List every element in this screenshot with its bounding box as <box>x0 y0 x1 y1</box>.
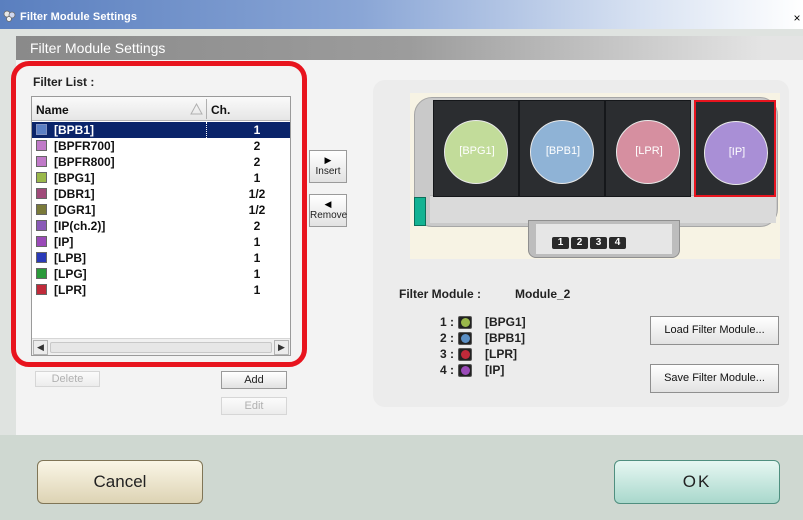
module-slot[interactable]: [IP] <box>694 100 776 197</box>
module-entry-name: [IP] <box>485 363 505 377</box>
ok-button[interactable]: OK <box>614 460 780 504</box>
filter-module-label: Filter Module : <box>399 287 481 301</box>
module-entry: 4 : [IP] <box>434 363 574 379</box>
load-filter-module-button[interactable]: Load Filter Module... <box>650 316 779 345</box>
filter-module-settings-window: Filter Module Settings × Filter Module S… <box>0 0 803 520</box>
slot-number: 3 <box>590 237 607 249</box>
slot-number: 2 <box>571 237 588 249</box>
filter-color-icon <box>458 364 472 377</box>
window-title: Filter Module Settings <box>20 11 138 23</box>
slot-number-tabs: 1234 <box>552 237 628 249</box>
insert-label: Insert <box>315 166 341 177</box>
remove-button[interactable]: ◀ Remove <box>309 194 347 227</box>
slot-index: 4 : <box>439 363 454 377</box>
filter-disc-label: [BPB1] <box>545 145 581 157</box>
app-icon <box>3 10 16 22</box>
page-title: Filter Module Settings <box>30 40 166 56</box>
edit-button[interactable]: Edit <box>221 397 287 415</box>
remove-label: Remove <box>310 210 348 221</box>
save-filter-module-button[interactable]: Save Filter Module... <box>650 364 779 393</box>
module-entry-name: [BPB1] <box>485 331 526 345</box>
module-entry: 2 : [BPB1] <box>434 331 574 347</box>
filter-disc: [LPR] <box>616 120 680 184</box>
slot-number: 4 <box>609 237 626 249</box>
filter-disc-label: [LPR] <box>635 145 663 157</box>
module-entry: 3 : [LPR] <box>434 347 574 363</box>
tray-handle[interactable] <box>414 197 426 226</box>
module-entry: 1 : [BPG1] <box>434 315 574 331</box>
filter-disc: [BPG1] <box>444 120 508 184</box>
filter-disc-label: [IP] <box>728 146 746 158</box>
module-entry-name: [LPR] <box>485 347 517 361</box>
title-bar: Filter Module Settings × <box>0 0 803 29</box>
cancel-button[interactable]: Cancel <box>37 460 203 504</box>
filter-disc: [BPB1] <box>530 120 594 184</box>
highlight-frame <box>11 61 307 367</box>
filter-disc: [IP] <box>704 121 768 185</box>
slot-index: 2 : <box>439 331 454 345</box>
module-slot[interactable]: [BPB1] <box>519 100 605 197</box>
close-icon[interactable]: × <box>791 11 803 25</box>
filter-color-icon <box>458 332 472 345</box>
filter-disc-label: [BPG1] <box>459 145 495 157</box>
add-button[interactable]: Add <box>221 371 287 389</box>
slot-index: 1 : <box>439 315 454 329</box>
slot-index: 3 : <box>439 347 454 361</box>
slot-number: 1 <box>552 237 569 249</box>
header-band: Filter Module Settings <box>16 36 803 60</box>
filter-color-icon <box>458 348 472 361</box>
tray-rail <box>430 195 776 223</box>
insert-button[interactable]: ▶ Insert <box>309 150 347 183</box>
module-slot[interactable]: [LPR] <box>605 100 691 197</box>
module-entry-name: [BPG1] <box>485 315 526 329</box>
delete-button[interactable]: Delete <box>35 371 100 387</box>
module-slot[interactable]: [BPG1] <box>433 100 519 197</box>
filter-color-icon <box>458 316 472 329</box>
arrow-left-icon: ◀ <box>324 199 332 209</box>
filter-module-name: Module_2 <box>515 287 571 301</box>
arrow-right-icon: ▶ <box>324 155 332 165</box>
